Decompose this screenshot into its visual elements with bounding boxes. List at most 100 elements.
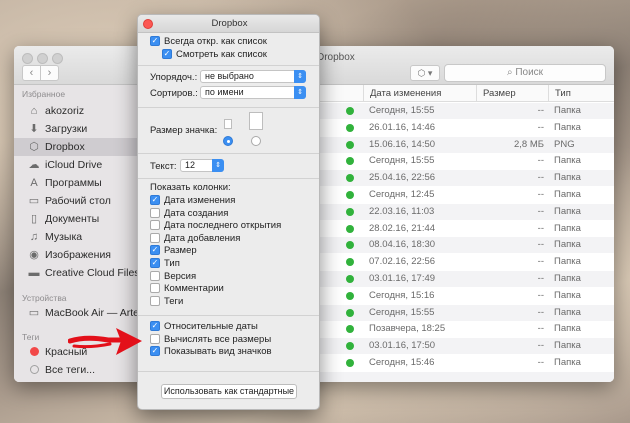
cell-size: -- (537, 289, 544, 301)
column-checkbox[interactable] (150, 207, 160, 218)
always-list-label: Всегда откр. как список (164, 36, 267, 47)
zoom-window-button[interactable] (52, 53, 63, 64)
cell-size: -- (537, 121, 544, 133)
close-window-button[interactable] (22, 53, 33, 64)
divider (138, 315, 319, 316)
cell-date: 07.02.16, 22:56 (369, 256, 436, 268)
cloud-icon: ☁ (28, 159, 40, 171)
music-icon: ♫ (29, 231, 39, 243)
sync-check-icon (346, 241, 354, 250)
sidebar-item-music[interactable]: ♫ Музыка (14, 228, 140, 246)
cell-size: -- (537, 205, 544, 217)
text-size-select[interactable]: 12 ⇕ (180, 159, 224, 172)
column-checkbox[interactable] (150, 232, 160, 243)
search-placeholder: Поиск (515, 67, 544, 78)
divider (138, 65, 319, 66)
arrange-select[interactable]: не выбрано ⇕ (200, 70, 306, 83)
sidebar-item-desktop[interactable]: ▭ Рабочий стол (14, 192, 140, 210)
column-checkbox-label: Теги (164, 295, 184, 307)
sidebar-item-downloads[interactable]: ⬇ Загрузки (14, 120, 140, 138)
document-icon: ▯ (30, 213, 38, 225)
column-header-size[interactable]: Размер (477, 85, 549, 102)
cell-size: -- (537, 172, 544, 184)
sync-check-icon (346, 325, 354, 334)
cell-date: 03.01.16, 17:50 (369, 340, 436, 352)
sidebar-item-label: Программы (45, 177, 102, 189)
forward-button[interactable]: › (40, 65, 59, 81)
cell-size: -- (537, 155, 544, 167)
text-size-label: Текст: (150, 161, 177, 172)
column-checkbox-label: Комментарии (164, 283, 224, 295)
always-list-checkbox[interactable]: ✓ (150, 36, 160, 46)
cell-date: Сегодня, 15:55 (369, 306, 435, 318)
sidebar-item-apps[interactable]: A Программы (14, 174, 140, 192)
back-button[interactable]: ‹ (22, 65, 41, 81)
option-checkbox-label: Показывать вид значков (164, 346, 272, 358)
sync-check-icon (346, 275, 354, 283)
sidebar-item-label: akozoriz (45, 105, 85, 117)
sidebar-item-dropbox[interactable]: ⬡ Dropbox (14, 138, 140, 156)
sync-check-icon (346, 342, 354, 351)
laptop-icon: ▭ (28, 307, 40, 319)
window-title: Dropbox (317, 52, 355, 63)
cell-size: -- (537, 273, 544, 284)
search-input[interactable]: ⌕ Поиск (444, 64, 606, 82)
column-checkbox[interactable]: ✓ (150, 245, 160, 256)
cell-size: -- (537, 357, 544, 368)
sidebar-item-documents[interactable]: ▯ Документы (14, 210, 140, 228)
column-checkbox-label: Дата изменения (164, 195, 236, 206)
cell-date: 25.04.16, 22:56 (369, 172, 436, 184)
cell-type: Папка (554, 306, 581, 318)
cell-date: 08.04.16, 18:30 (369, 239, 436, 251)
red-arrow-annotation (68, 328, 142, 355)
option-checkbox[interactable] (150, 333, 160, 344)
dropbox-icon: ⬡ (29, 141, 39, 153)
dropbox-menu-button[interactable]: ⬡ ▾ (410, 65, 440, 81)
column-checkbox[interactable] (150, 283, 160, 294)
cell-type: Папка (554, 222, 581, 234)
cell-type: Папка (554, 105, 581, 116)
sidebar-item-macbook[interactable]: ▭ MacBook Air — Artem (14, 304, 140, 322)
minimize-window-button[interactable] (37, 53, 48, 64)
column-checkbox-label: Размер (164, 245, 197, 257)
divider (138, 371, 319, 372)
option-checkbox[interactable]: ✓ (150, 346, 160, 357)
column-checkbox[interactable] (150, 220, 160, 231)
use-as-defaults-button[interactable]: Использовать как стандартные (161, 384, 297, 399)
cell-size: -- (537, 222, 544, 234)
sync-check-icon (346, 191, 354, 199)
column-checkbox-label: Версия (164, 270, 197, 282)
sidebar-item-pictures[interactable]: ◉ Изображения (14, 246, 140, 264)
column-checkbox[interactable]: ✓ (150, 195, 160, 205)
option-checkbox[interactable]: ✓ (150, 321, 160, 331)
cell-type: Папка (554, 256, 581, 268)
column-checkbox[interactable] (150, 270, 160, 281)
sidebar-item-all-tags[interactable]: Все теги... (14, 361, 140, 379)
sidebar-item-home[interactable]: ⌂ akozoriz (14, 102, 140, 120)
cell-size: 2,8 МБ (514, 138, 544, 150)
cell-size: -- (537, 323, 544, 335)
cell-type: Папка (554, 205, 581, 217)
sync-check-icon (346, 258, 354, 267)
sidebar-item-icloud[interactable]: ☁ iCloud Drive (14, 156, 140, 174)
option-checkbox-label: Относительные даты (164, 321, 258, 332)
cell-type: Папка (554, 121, 581, 133)
sidebar-item-label: Документы (45, 213, 100, 225)
cell-size: -- (537, 306, 544, 318)
small-icon-radio[interactable] (223, 136, 233, 146)
large-icon-radio[interactable] (251, 136, 261, 146)
column-checkbox-label: Дата последнего открытия (164, 220, 282, 232)
cell-type: Папка (554, 172, 581, 184)
sidebar-item-creative-cloud[interactable]: ▬ Creative Cloud Files (14, 264, 140, 282)
text-size-value: 12 (185, 160, 196, 170)
column-checkbox-label: Тип (164, 258, 180, 269)
arrange-label: Упорядоч.: (150, 72, 198, 83)
show-columns-label: Показать колонки: (150, 182, 231, 193)
column-checkbox[interactable]: ✓ (150, 258, 160, 268)
column-header-date[interactable]: Дата изменения (364, 85, 477, 102)
cell-date: Позавчера, 18:25 (369, 323, 446, 335)
column-checkbox[interactable] (150, 295, 160, 306)
column-header-type[interactable]: Тип (549, 85, 614, 102)
browse-list-checkbox[interactable]: ✓ (162, 49, 172, 59)
sort-select[interactable]: по имени ⇕ (200, 86, 306, 99)
